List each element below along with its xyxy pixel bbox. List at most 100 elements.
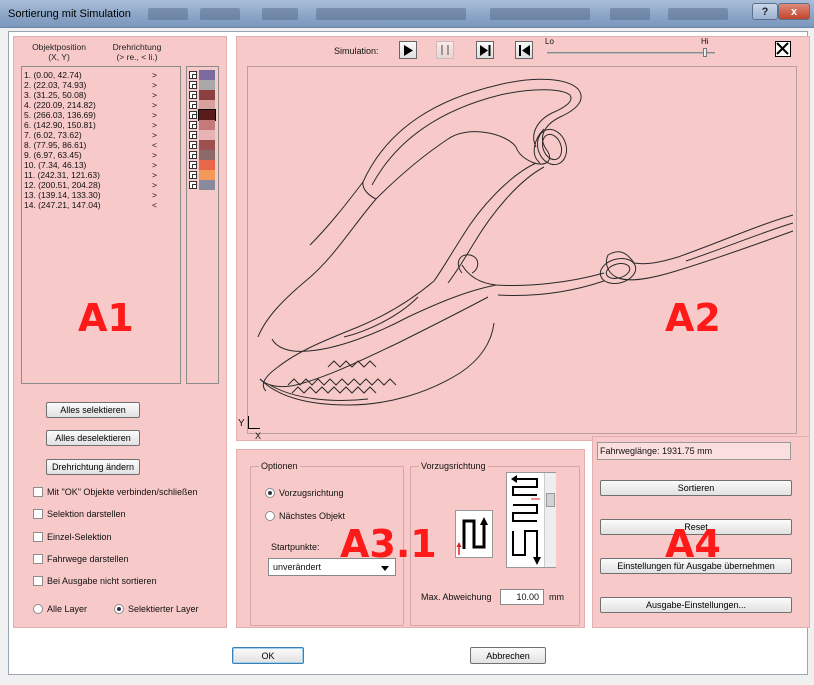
- list-item[interactable]: 14. (247.21, 147.04) <: [24, 200, 178, 210]
- single-selection-checkbox[interactable]: Einzel-Selektion: [33, 532, 112, 542]
- preferred-direction-radio[interactable]: Vorzugsrichtung: [265, 488, 344, 498]
- color-swatch[interactable]: [199, 90, 215, 100]
- color-swatch[interactable]: [199, 170, 215, 180]
- rewind-button[interactable]: [515, 41, 533, 59]
- color-swatch[interactable]: [199, 180, 215, 190]
- all-layers-radio[interactable]: Alle Layer: [33, 604, 87, 614]
- swatch-row[interactable]: [189, 90, 217, 100]
- color-swatch[interactable]: [199, 160, 215, 170]
- checkbox-box[interactable]: [33, 509, 43, 519]
- deselect-all-button[interactable]: Alles deselektieren: [46, 430, 140, 446]
- item-direction: >: [152, 170, 157, 180]
- swatch-row[interactable]: [189, 180, 217, 190]
- item-position: 4. (220.09, 214.82): [24, 100, 96, 110]
- clear-simulation-button[interactable]: [775, 41, 791, 57]
- change-direction-button[interactable]: Drehrichtung ändern: [46, 459, 140, 475]
- list-item[interactable]: 5. (266.03, 136.69) >: [24, 110, 178, 120]
- checkbox-box[interactable]: [33, 576, 43, 586]
- play-icon: [404, 44, 413, 56]
- color-swatch[interactable]: [199, 140, 215, 150]
- direction-list[interactable]: [506, 472, 556, 568]
- blurred-tab: [200, 8, 240, 20]
- color-swatch[interactable]: [199, 130, 215, 140]
- travel-length-value: Fahrweglänge: 1931.75 mm: [600, 446, 713, 456]
- radio-dot[interactable]: [265, 511, 275, 521]
- swatch-row[interactable]: [189, 70, 217, 80]
- scrollbar-thumb[interactable]: [546, 493, 555, 507]
- cancel-button[interactable]: Abbrechen: [470, 647, 546, 664]
- list-item[interactable]: 12. (200.51, 204.28) >: [24, 180, 178, 190]
- checkbox-box[interactable]: [33, 487, 43, 497]
- list-item[interactable]: 3. (31.25, 50.08) >: [24, 90, 178, 100]
- chevron-down-icon: [381, 566, 389, 571]
- color-swatch[interactable]: [198, 109, 216, 121]
- object-icon: [189, 91, 197, 99]
- color-swatch[interactable]: [199, 70, 215, 80]
- swatch-row[interactable]: [189, 150, 217, 160]
- item-position: 13. (139.14, 133.30): [24, 190, 101, 200]
- list-item[interactable]: 9. (6.97, 63.45) >: [24, 150, 178, 160]
- speed-slider[interactable]: [547, 52, 715, 54]
- show-paths-checkbox[interactable]: Fahrwege darstellen: [33, 554, 129, 564]
- selected-layer-radio[interactable]: Selektierter Layer: [114, 604, 199, 614]
- list-item[interactable]: 4. (220.09, 214.82) >: [24, 100, 178, 110]
- no-sort-output-checkbox[interactable]: Bei Ausgabe nicht sortieren: [33, 576, 157, 586]
- item-position: 1. (0.00, 42.74): [24, 70, 82, 80]
- simulation-canvas[interactable]: [247, 66, 797, 434]
- output-settings-button[interactable]: Ausgabe-Einstellungen...: [600, 597, 792, 613]
- close-button[interactable]: x: [778, 3, 810, 20]
- header-direction-label: Drehrichtung: [112, 42, 162, 52]
- swatch-row[interactable]: [189, 100, 217, 110]
- radio-dot[interactable]: [33, 604, 43, 614]
- pause-button[interactable]: [436, 41, 454, 59]
- item-direction: >: [152, 110, 157, 120]
- direction-list-scrollbar[interactable]: [544, 473, 556, 567]
- travel-length-display: Fahrweglänge: 1931.75 mm: [597, 442, 791, 460]
- color-swatch[interactable]: [199, 80, 215, 90]
- list-item[interactable]: 8. (77.95, 86.61) <: [24, 140, 178, 150]
- pliers-drawing: [257, 78, 794, 406]
- next-object-radio[interactable]: Nächstes Objekt: [265, 511, 345, 521]
- radio-dot[interactable]: [265, 488, 275, 498]
- swatch-row[interactable]: [189, 170, 217, 180]
- list-item[interactable]: 1. (0.00, 42.74) >: [24, 70, 178, 80]
- checkbox-box[interactable]: [33, 554, 43, 564]
- color-swatch[interactable]: [199, 100, 215, 110]
- item-position: 8. (77.95, 86.61): [24, 140, 87, 150]
- list-item[interactable]: 2. (22.03, 74.93) >: [24, 80, 178, 90]
- color-swatch[interactable]: [199, 120, 215, 130]
- radio-dot[interactable]: [114, 604, 124, 614]
- swatch-row[interactable]: [189, 160, 217, 170]
- connect-objects-checkbox[interactable]: Mit "OK" Objekte verbinden/schließen: [33, 487, 197, 497]
- swatch-row[interactable]: [189, 80, 217, 90]
- item-direction: >: [152, 120, 157, 130]
- ok-button[interactable]: OK: [232, 647, 304, 664]
- list-item[interactable]: 7. (6.02, 73.62) >: [24, 130, 178, 140]
- radio-label: Alle Layer: [47, 604, 88, 614]
- list-item[interactable]: 6. (142.90, 150.81) >: [24, 120, 178, 130]
- swatch-row[interactable]: [189, 140, 217, 150]
- help-button[interactable]: ?: [752, 3, 778, 20]
- sort-button[interactable]: Sortieren: [600, 480, 792, 496]
- color-swatch-list[interactable]: [186, 66, 219, 384]
- step-forward-button[interactable]: [476, 41, 494, 59]
- start-points-value: unverändert: [273, 562, 322, 572]
- list-item[interactable]: 13. (139.14, 133.30) >: [24, 190, 178, 200]
- list-item[interactable]: 10. (7.34, 46.13) >: [24, 160, 178, 170]
- checkbox-label: Selektion darstellen: [47, 509, 126, 519]
- max-deviation-input[interactable]: 10.00: [500, 589, 544, 605]
- swatch-row[interactable]: [189, 120, 217, 130]
- show-selection-checkbox[interactable]: Selektion darstellen: [33, 509, 126, 519]
- item-direction: >: [152, 100, 157, 110]
- checkbox-box[interactable]: [33, 532, 43, 542]
- swatch-row[interactable]: [189, 109, 217, 121]
- item-direction: >: [152, 190, 157, 200]
- select-all-button[interactable]: Alles selektieren: [46, 402, 140, 418]
- max-deviation-value: 10.00: [516, 592, 539, 602]
- checkbox-label: Fahrwege darstellen: [47, 554, 129, 564]
- list-item[interactable]: 11. (242.31, 121.63) >: [24, 170, 178, 180]
- speed-slider-thumb[interactable]: [703, 48, 707, 57]
- swatch-row[interactable]: [189, 130, 217, 140]
- play-button[interactable]: [399, 41, 417, 59]
- color-swatch[interactable]: [199, 150, 215, 160]
